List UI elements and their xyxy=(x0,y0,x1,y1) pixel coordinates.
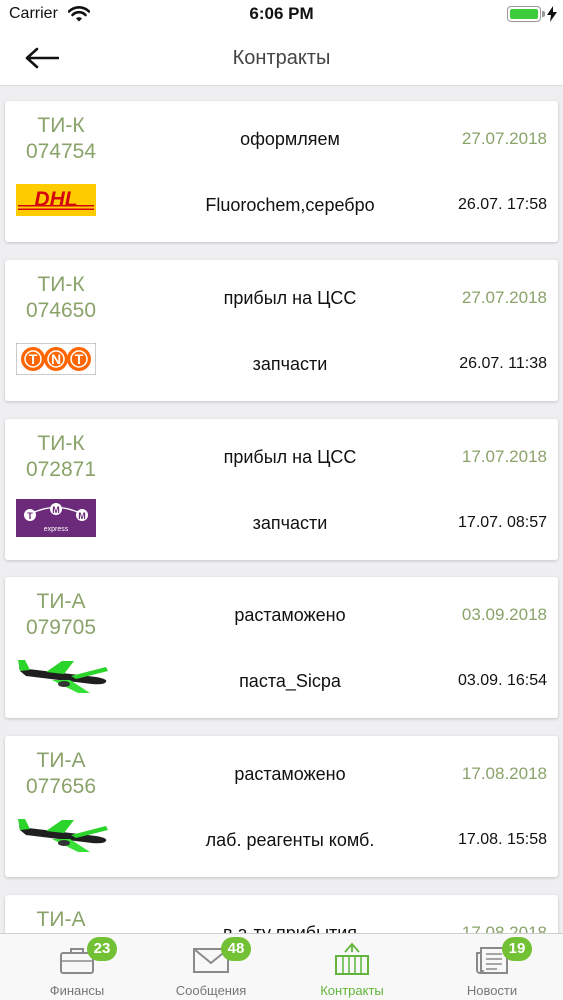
contract-date: 17.08.2018 xyxy=(461,764,547,783)
dhl-logo-text: DHL xyxy=(34,188,77,211)
contract-date: 27.07.2018 xyxy=(461,129,547,148)
contract-id: ТИ-А xyxy=(16,907,106,933)
tnt-logo-t1: T xyxy=(29,351,38,367)
contract-updated: 03.09. 16:54 xyxy=(458,672,547,689)
tnt-logo-t2: T xyxy=(75,351,84,367)
contract-id: ТИ-К 074754 xyxy=(16,113,106,165)
contracts-list[interactable]: ТИ-К 074754 оформляем 27.07.2018 DHL Flu… xyxy=(0,87,563,933)
contract-status: растаможено xyxy=(234,605,346,625)
contract-card[interactable]: ТИ-А 077656 растаможено 17.08.2018 лаб. … xyxy=(5,736,558,877)
contract-cargo: Fluorochem,серебро xyxy=(205,195,375,215)
contract-cargo: запчасти xyxy=(252,513,328,533)
contract-card[interactable]: ТИ-К 074754 оформляем 27.07.2018 DHL Flu… xyxy=(5,101,558,242)
contract-id-number: 072871 xyxy=(25,458,97,481)
carrier-logo: T N T xyxy=(16,340,110,378)
tab-contracts-label: Контракты xyxy=(320,983,384,998)
contract-status: оформляем xyxy=(240,129,340,149)
tmm-logo-m2: M xyxy=(78,511,86,521)
contract-status: растаможено xyxy=(234,764,346,784)
tab-finance[interactable]: 23 Финансы xyxy=(7,934,147,1000)
contract-status: прибыл на ЦСС xyxy=(223,288,357,308)
contract-id-number: 074754 xyxy=(25,140,97,163)
contract-cargo: запчасти xyxy=(252,354,328,374)
dhl-logo: DHL xyxy=(16,184,96,216)
contract-updated: 26.07. 11:38 xyxy=(459,355,547,372)
tab-bar: 23 Финансы 48 Сообщения Контракты 19 Нов… xyxy=(0,933,563,1000)
cargo-container-icon xyxy=(332,942,372,978)
carrier-logo: T M M express xyxy=(16,499,110,537)
navigation-bar: Контракты xyxy=(0,30,563,86)
airplane-icon xyxy=(18,819,108,852)
tnt-logo: T N T xyxy=(16,343,96,375)
contract-card[interactable]: ТИ-А в а-ту прибытия 17.08.2018 xyxy=(5,895,558,933)
tab-news[interactable]: 19 Новости xyxy=(422,934,562,1000)
contract-id-number: 079705 xyxy=(25,616,97,639)
contract-date: 17.07.2018 xyxy=(461,447,547,466)
contract-updated: 26.07. 17:58 xyxy=(458,196,547,213)
contract-id-prefix: ТИ-К xyxy=(37,273,85,296)
messages-badge: 48 xyxy=(221,937,251,961)
tab-finance-label: Финансы xyxy=(49,983,105,998)
contract-id-prefix: ТИ-А xyxy=(36,749,86,772)
carrier-logo xyxy=(16,816,110,854)
contract-card[interactable]: ТИ-А 079705 растаможено 03.09.2018 паста… xyxy=(5,577,558,718)
contract-date: 27.07.2018 xyxy=(461,288,547,307)
tmm-logo-express: express xyxy=(44,526,69,533)
tab-news-label: Новости xyxy=(466,983,518,998)
contract-id-prefix: ТИ-А xyxy=(36,590,86,613)
tab-contracts[interactable]: Контракты xyxy=(282,934,422,1000)
contract-status: прибыл на ЦСС xyxy=(223,447,357,467)
contract-id-prefix: ТИ-А xyxy=(36,908,86,931)
contract-id-prefix: ТИ-К xyxy=(37,432,85,455)
contract-status: в а-ту прибытия xyxy=(222,923,358,933)
battery-tip xyxy=(542,11,545,17)
contract-id-prefix: ТИ-К xyxy=(37,114,85,137)
contract-id: ТИ-А 077656 xyxy=(16,748,106,800)
tab-messages[interactable]: 48 Сообщения xyxy=(141,934,281,1000)
news-badge: 19 xyxy=(502,937,532,961)
contract-id-number: 074650 xyxy=(25,299,97,322)
clock-time: 6:06 PM xyxy=(249,4,314,23)
tmm-logo-t: T xyxy=(27,511,33,521)
contract-cargo: паста_Sicpa xyxy=(239,671,341,691)
battery-icon xyxy=(507,6,541,22)
contract-card[interactable]: ТИ-К 074650 прибыл на ЦСС 27.07.2018 T N… xyxy=(5,260,558,401)
contract-id: ТИ-К 074650 xyxy=(16,272,106,324)
airplane-icon xyxy=(18,660,108,693)
carrier-logo xyxy=(16,657,110,695)
contract-id-number: 077656 xyxy=(25,775,97,798)
contract-date: 03.09.2018 xyxy=(461,605,547,624)
tab-messages-label: Сообщения xyxy=(175,983,247,998)
page-title: Контракты xyxy=(232,47,331,69)
finance-badge: 23 xyxy=(87,937,117,961)
tnt-logo-n: N xyxy=(51,351,61,367)
contract-card[interactable]: ТИ-К 072871 прибыл на ЦСС 17.07.2018 T M… xyxy=(5,419,558,560)
charging-bolt-icon xyxy=(547,6,557,22)
contract-id: ТИ-К 072871 xyxy=(16,431,106,483)
contract-date: 17.08.2018 xyxy=(461,923,547,933)
contract-updated: 17.07. 08:57 xyxy=(458,514,547,531)
tmm-logo-m1: M xyxy=(52,505,60,515)
tmm-express-logo: T M M express xyxy=(16,499,96,537)
contract-cargo: лаб. реагенты комб. xyxy=(205,830,375,850)
status-bar: Carrier 6:06 PM xyxy=(0,0,563,30)
carrier-logo: DHL xyxy=(16,181,110,219)
contract-id: ТИ-А 079705 xyxy=(16,589,106,641)
contract-updated: 17.08. 15:58 xyxy=(458,831,547,848)
